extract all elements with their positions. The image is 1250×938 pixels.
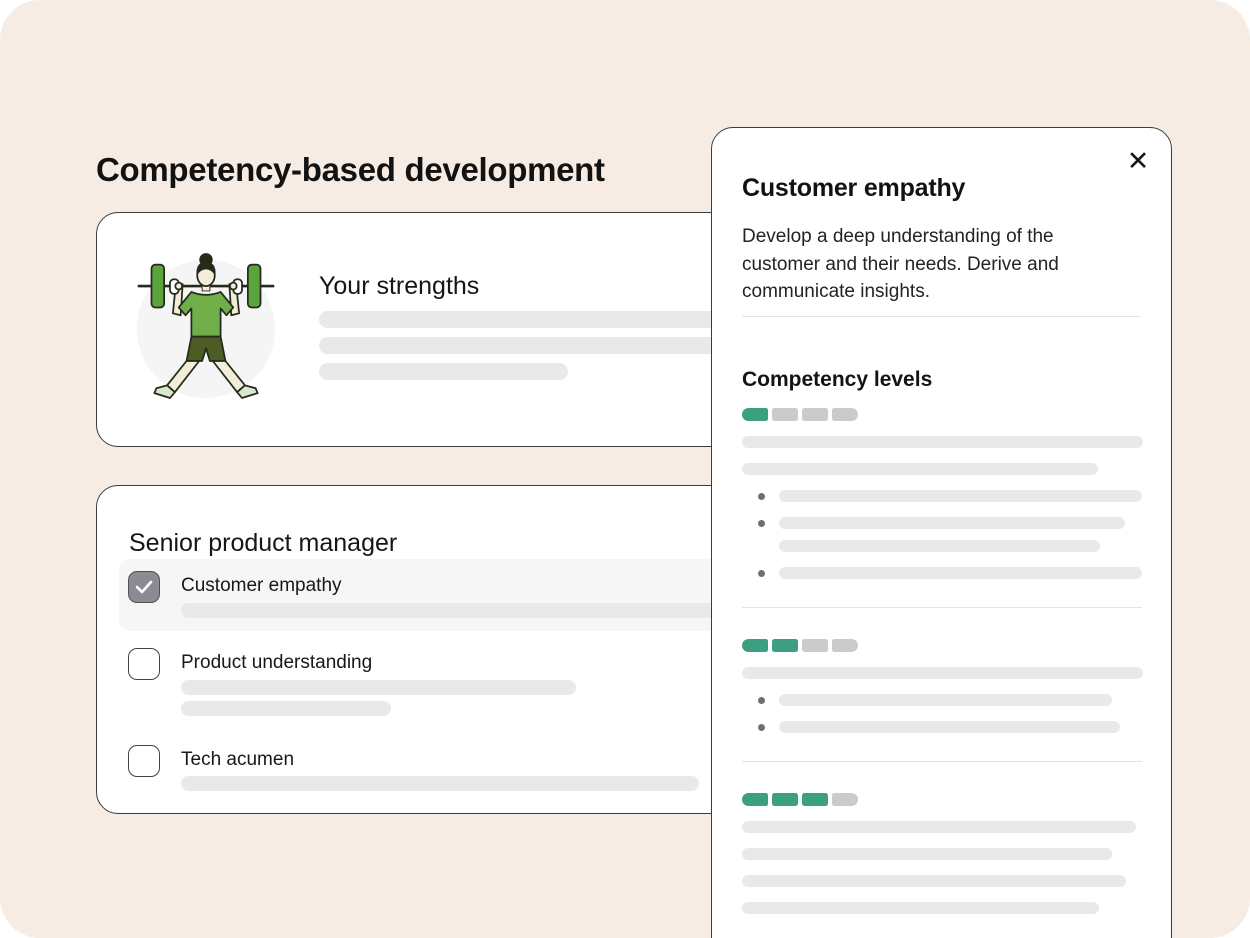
bullet-dot [758,724,765,731]
close-icon[interactable]: ✕ [1121,144,1155,178]
detail-panel-title: Customer empathy [742,171,965,205]
placeholder-bar [742,463,1098,475]
bullet-dot [758,570,765,577]
bullet-dot [758,520,765,527]
placeholder-bar [181,701,391,716]
placeholder-bar [742,848,1112,860]
segment-filled [802,793,828,806]
bullet-dot [758,493,765,500]
competency-label[interactable]: Product understanding [181,650,372,676]
level-1-progress-segments [742,408,1142,421]
competency-detail-panel: Customer empathy ✕ Develop a deep unders… [711,127,1172,938]
weightlifter-illustration [133,245,279,405]
placeholder-bar [742,667,1143,679]
competency-placeholder-bars [181,680,576,722]
page-background: Competency-based development [0,0,1250,938]
competency-levels-list [742,408,1142,914]
bullet-item [742,567,1142,579]
bullet-dot [758,697,765,704]
segment-filled [772,793,798,806]
segment-empty [832,639,858,652]
segment-filled [742,793,768,806]
detail-panel-description: Develop a deep understanding of the cust… [742,223,1098,306]
placeholder-bar [742,821,1136,833]
page-title: Competency-based development [96,150,605,190]
bullet-item [742,721,1142,733]
competency-label[interactable]: Customer empathy [181,573,342,599]
segment-empty [802,408,828,421]
panel-divider [742,316,1141,317]
bullet-item [742,694,1142,706]
role-card-title: Senior product manager [129,527,397,559]
bullet-item [742,517,1142,529]
placeholder-bar [779,567,1142,579]
placeholder-bar [779,540,1100,552]
placeholder-bar [779,490,1142,502]
checkbox-product-understanding[interactable] [128,648,160,680]
placeholder-bar [181,680,576,695]
checkbox-tech-acumen[interactable] [128,745,160,777]
segment-empty [772,408,798,421]
level-divider [742,761,1142,762]
level-divider [742,607,1142,608]
level-3-progress-segments [742,793,1142,806]
placeholder-bar [742,875,1126,887]
level-2-progress-segments [742,639,1142,652]
segment-filled [742,408,768,421]
placeholder-bar [742,902,1099,914]
placeholder-bar [779,694,1112,706]
competency-placeholder-bars [181,603,801,624]
competency-label[interactable]: Tech acumen [181,747,294,773]
segment-filled [772,639,798,652]
screenshot-stage: Competency-based development [0,0,1250,938]
competency-levels-heading: Competency levels [742,366,932,394]
placeholder-bar [779,517,1125,529]
checkmark-icon [135,580,153,594]
strengths-card-title: Your strengths [319,270,479,302]
placeholder-bar [779,721,1120,733]
placeholder-bar [181,776,699,791]
placeholder-bar [742,436,1143,448]
placeholder-bar [181,603,801,618]
segment-filled [742,639,768,652]
bullet-item [742,490,1142,502]
bullet-item-continuation [742,540,1142,552]
segment-empty [832,408,858,421]
checkbox-customer-empathy[interactable] [128,571,160,603]
placeholder-bar [319,363,568,380]
segment-empty [832,793,858,806]
segment-empty [802,639,828,652]
competency-placeholder-bars [181,776,699,797]
